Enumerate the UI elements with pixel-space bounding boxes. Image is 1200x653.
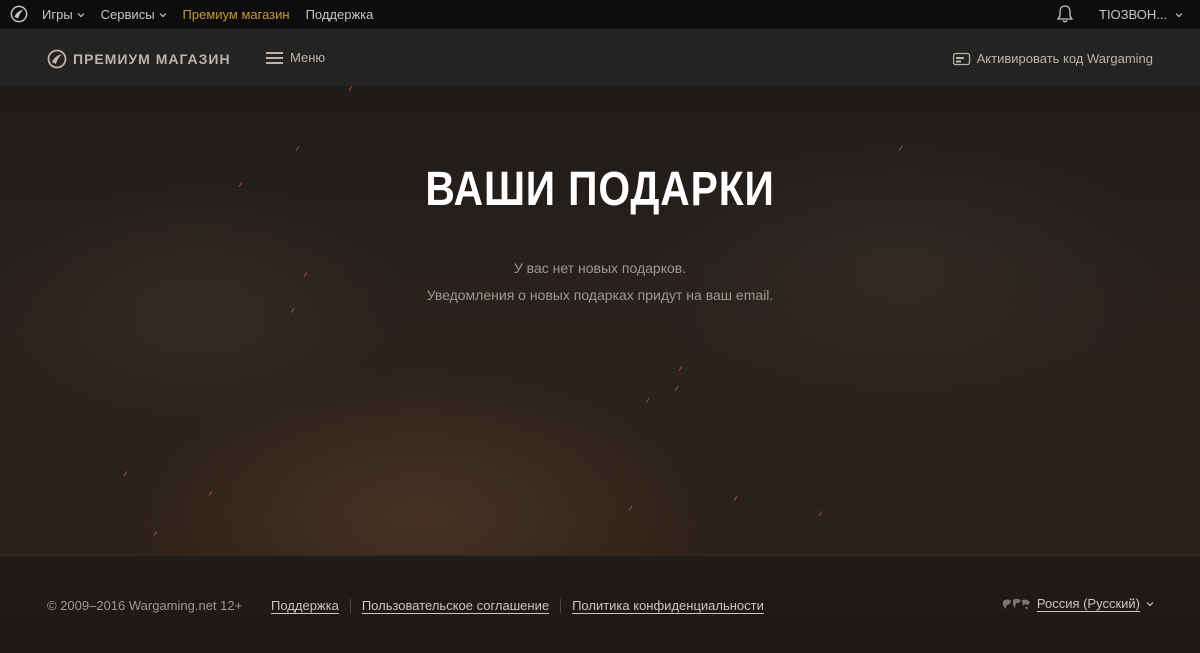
wargaming-logo-icon (47, 49, 67, 69)
code-card-icon (952, 52, 970, 65)
nav-support[interactable]: Поддержка (306, 7, 374, 22)
user-menu[interactable]: ТІОЗВОН... (1099, 0, 1183, 29)
top-nav: Игры Сервисы Премиум магазин Поддержка (42, 0, 389, 29)
nav-premium-shop-label: Премиум магазин (182, 7, 290, 22)
spark (645, 398, 650, 403)
chevron-down-icon (1175, 12, 1183, 17)
page-title: ВАШИ ПОДАРКИ (425, 163, 775, 216)
footer-link-support[interactable]: Поддержка (271, 598, 339, 613)
shop-brand[interactable]: ПРЕМИУМ МАГАЗИН (47, 49, 231, 69)
chevron-down-icon (77, 12, 85, 17)
language-selector[interactable]: Россия (Русский) (1001, 596, 1154, 611)
no-gifts-message: У вас нет новых подарков. (513, 260, 687, 276)
spark (733, 496, 738, 501)
activate-code-label: Активировать код Wargaming (976, 51, 1153, 66)
spark (678, 366, 683, 371)
user-name: ТІОЗВОН... (1099, 7, 1168, 22)
nav-support-label: Поддержка (305, 7, 374, 22)
spark (153, 531, 158, 536)
footer-links: Поддержка Пользовательское соглашение По… (271, 598, 764, 613)
footer-link-user-agreement[interactable]: Пользовательское соглашение (362, 598, 549, 613)
menu-label: Меню (290, 50, 326, 65)
divider (560, 598, 562, 613)
copyright: © 2009–2016 Wargaming.net 12+ (47, 598, 243, 613)
shop-header: ПРЕМИУМ МАГАЗИН Меню Активировать код Wa… (0, 30, 1200, 86)
language-label: Россия (Русский) (1036, 596, 1140, 611)
spark (295, 146, 300, 151)
nav-games[interactable]: Игры (42, 7, 85, 22)
spark (348, 86, 353, 91)
activate-code-button[interactable]: Активировать код Wargaming (952, 51, 1153, 66)
world-map-icon (1002, 598, 1030, 610)
spark (674, 386, 679, 391)
nav-games-label: Игры (42, 7, 73, 22)
menu-button[interactable]: Меню (266, 50, 325, 65)
spark (123, 471, 128, 476)
spark (290, 308, 295, 313)
footer-link-privacy-policy[interactable]: Политика конфиденциальности (572, 598, 764, 613)
footer: © 2009–2016 Wargaming.net 12+ Поддержка … (0, 555, 1200, 653)
bell-icon[interactable] (1055, 4, 1075, 24)
spark (818, 511, 823, 516)
gifts-hero: ВАШИ ПОДАРКИ У вас нет новых подарков. У… (0, 86, 1200, 555)
spark (898, 146, 903, 151)
top-navigation-bar: Игры Сервисы Премиум магазин Поддержка Т… (0, 0, 1200, 30)
hamburger-icon (266, 51, 283, 64)
email-notice: Уведомления о новых подарках придут на в… (426, 287, 774, 303)
spark (628, 506, 633, 511)
spark (208, 491, 213, 496)
nav-services[interactable]: Сервисы (101, 7, 167, 22)
chevron-down-icon (1146, 601, 1154, 606)
nav-services-label: Сервисы (100, 7, 155, 22)
divider (349, 598, 351, 613)
chevron-down-icon (159, 12, 166, 17)
shop-brand-label: ПРЕМИУМ МАГАЗИН (73, 51, 231, 67)
wargaming-logo-icon[interactable] (10, 5, 28, 23)
nav-premium-shop[interactable]: Премиум магазин (183, 7, 290, 22)
